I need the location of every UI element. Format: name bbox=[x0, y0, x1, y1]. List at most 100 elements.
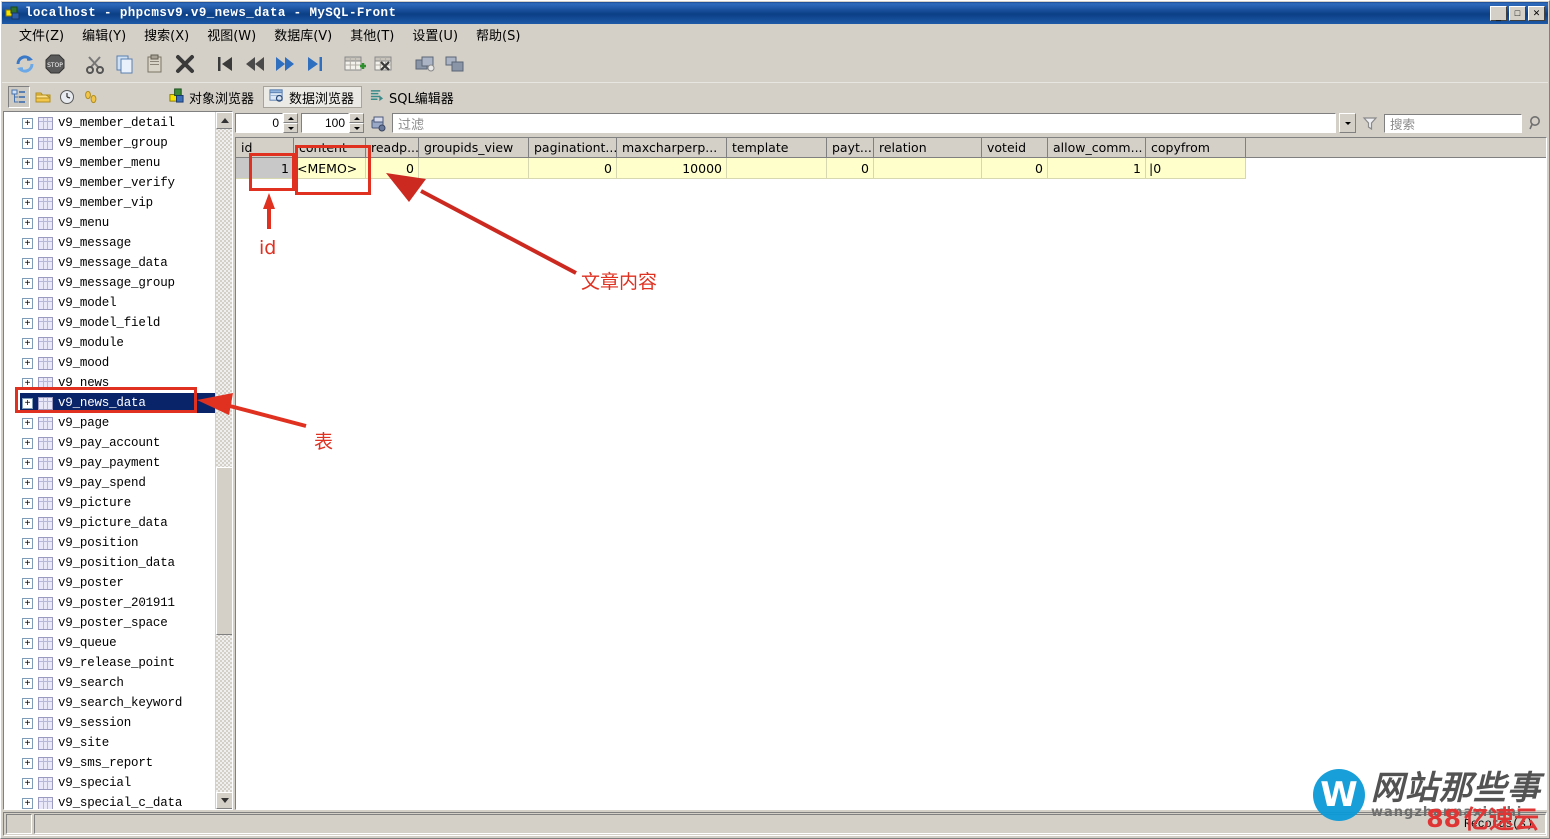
cell-voteid[interactable]: 0 bbox=[982, 158, 1048, 179]
expand-icon[interactable]: + bbox=[22, 777, 33, 789]
tree-item-v9_poster_201911[interactable]: + v9_poster_201911 bbox=[20, 593, 215, 613]
apply-limit-icon[interactable] bbox=[367, 115, 389, 132]
maximize-button[interactable]: □ bbox=[1509, 5, 1526, 21]
tree-item-v9_message[interactable]: + v9_message bbox=[20, 233, 215, 253]
expand-icon[interactable]: + bbox=[22, 197, 33, 209]
tree-item-v9_position[interactable]: + v9_position bbox=[20, 533, 215, 553]
tree-item-v9_search[interactable]: + v9_search bbox=[20, 673, 215, 693]
expand-icon[interactable]: + bbox=[22, 437, 33, 449]
grid-body[interactable]: 1 <MEMO> 0 0 10000 0 0 1 |0 bbox=[236, 158, 1546, 179]
expand-icon[interactable]: + bbox=[22, 397, 33, 409]
tree-item-v9_menu[interactable]: + v9_menu bbox=[20, 213, 215, 233]
tree-item-v9_member_menu[interactable]: + v9_member_menu bbox=[20, 153, 215, 173]
tree-item-v9_poster_space[interactable]: + v9_poster_space bbox=[20, 613, 215, 633]
cell-paginationt[interactable]: 0 bbox=[529, 158, 617, 179]
expand-icon[interactable]: + bbox=[22, 377, 33, 389]
tree-item-v9_page[interactable]: + v9_page bbox=[20, 413, 215, 433]
tree-item-v9_model_field[interactable]: + v9_model_field bbox=[20, 313, 215, 333]
menu-settings[interactable]: 设置(U) bbox=[403, 23, 467, 46]
limit-input[interactable]: 100 bbox=[301, 113, 349, 133]
column-header-content[interactable]: content bbox=[294, 138, 366, 158]
expand-icon[interactable]: + bbox=[22, 157, 33, 169]
chevron-down-icon[interactable] bbox=[1339, 113, 1356, 133]
menu-view[interactable]: 视图(W) bbox=[198, 23, 265, 46]
tree-item-v9_picture[interactable]: + v9_picture bbox=[20, 493, 215, 513]
expand-icon[interactable]: + bbox=[22, 357, 33, 369]
expand-icon[interactable]: + bbox=[22, 617, 33, 629]
scroll-thumb[interactable] bbox=[216, 467, 232, 635]
column-header-allow_comm[interactable]: allow_comm... bbox=[1048, 138, 1146, 158]
search-icon[interactable] bbox=[1525, 115, 1547, 131]
tree-item-v9_news[interactable]: + v9_news bbox=[20, 373, 215, 393]
tree-item-v9_release_point[interactable]: + v9_release_point bbox=[20, 653, 215, 673]
column-header-template[interactable]: template bbox=[727, 138, 827, 158]
tree-item-v9_special_c_data[interactable]: + v9_special_c_data bbox=[20, 793, 215, 809]
expand-icon[interactable]: + bbox=[22, 697, 33, 709]
column-header-paginationt[interactable]: paginationt... bbox=[529, 138, 617, 158]
cell-template[interactable] bbox=[727, 158, 827, 179]
column-header-readp[interactable]: readp... bbox=[366, 138, 419, 158]
menu-search[interactable]: 搜索(X) bbox=[135, 23, 198, 46]
expand-icon[interactable]: + bbox=[22, 317, 33, 329]
tree-item-v9_position_data[interactable]: + v9_position_data bbox=[20, 553, 215, 573]
scroll-down-button[interactable] bbox=[216, 792, 232, 809]
folder-icon[interactable] bbox=[32, 86, 54, 108]
expand-icon[interactable]: + bbox=[22, 457, 33, 469]
offset-input[interactable]: 0 bbox=[235, 113, 283, 133]
offset-decrement-button[interactable] bbox=[283, 123, 298, 133]
cut-icon[interactable] bbox=[80, 49, 110, 79]
scroll-up-button[interactable] bbox=[216, 112, 232, 129]
tab-sql-editor[interactable]: SQL编辑器 bbox=[364, 86, 461, 108]
commit-icon[interactable] bbox=[410, 49, 440, 79]
tree-item-v9_special[interactable]: + v9_special bbox=[20, 773, 215, 793]
funnel-icon[interactable] bbox=[1359, 115, 1381, 131]
first-record-icon[interactable] bbox=[210, 49, 240, 79]
table-tree[interactable]: + v9_member_detail + v9_member_group + v9_mem… bbox=[4, 112, 215, 809]
tree-item-v9_member_verify[interactable]: + v9_member_verify bbox=[20, 173, 215, 193]
expand-icon[interactable]: + bbox=[22, 537, 33, 549]
expand-icon[interactable]: + bbox=[22, 637, 33, 649]
tab-data-browser[interactable]: 数据浏览器 bbox=[263, 86, 363, 108]
limit-spin-buttons[interactable] bbox=[349, 113, 364, 133]
cell-readp[interactable]: 0 bbox=[366, 158, 419, 179]
tree-item-v9_member_vip[interactable]: + v9_member_vip bbox=[20, 193, 215, 213]
tree-item-v9_poster[interactable]: + v9_poster bbox=[20, 573, 215, 593]
minimize-button[interactable]: _ bbox=[1490, 5, 1507, 21]
cell-groupids_view[interactable] bbox=[419, 158, 529, 179]
tree-item-v9_member_detail[interactable]: + v9_member_detail bbox=[20, 113, 215, 133]
tree-item-v9_pay_payment[interactable]: + v9_pay_payment bbox=[20, 453, 215, 473]
cell-maxcharperp[interactable]: 10000 bbox=[617, 158, 727, 179]
copy-icon[interactable] bbox=[110, 49, 140, 79]
menu-file[interactable]: 文件(Z) bbox=[10, 23, 73, 46]
tree-item-v9_model[interactable]: + v9_model bbox=[20, 293, 215, 313]
tree-item-v9_picture_data[interactable]: + v9_picture_data bbox=[20, 513, 215, 533]
column-header-voteid[interactable]: voteid bbox=[982, 138, 1048, 158]
history-clock-icon[interactable] bbox=[56, 86, 78, 108]
expand-icon[interactable]: + bbox=[22, 577, 33, 589]
expand-icon[interactable]: + bbox=[22, 557, 33, 569]
column-header-relation[interactable]: relation bbox=[874, 138, 982, 158]
expand-icon[interactable]: + bbox=[22, 277, 33, 289]
stop-icon[interactable]: STOP bbox=[40, 49, 70, 79]
expand-icon[interactable]: + bbox=[22, 477, 33, 489]
column-header-groupids_view[interactable]: groupids_view bbox=[419, 138, 529, 158]
menu-database[interactable]: 数据库(V) bbox=[265, 23, 341, 46]
rollback-icon[interactable] bbox=[440, 49, 470, 79]
expand-icon[interactable]: + bbox=[22, 757, 33, 769]
insert-row-icon[interactable] bbox=[340, 49, 370, 79]
tree-item-v9_message_group[interactable]: + v9_message_group bbox=[20, 273, 215, 293]
expand-icon[interactable]: + bbox=[22, 717, 33, 729]
expand-icon[interactable]: + bbox=[22, 337, 33, 349]
table-row[interactable]: 1 <MEMO> 0 0 10000 0 0 1 |0 bbox=[236, 158, 1546, 179]
limit-increment-button[interactable] bbox=[349, 113, 364, 123]
expand-icon[interactable]: + bbox=[22, 137, 33, 149]
cell-relation[interactable] bbox=[874, 158, 982, 179]
expand-icon[interactable]: + bbox=[22, 677, 33, 689]
expand-icon[interactable]: + bbox=[22, 237, 33, 249]
expand-icon[interactable]: + bbox=[22, 597, 33, 609]
expand-icon[interactable]: + bbox=[22, 737, 33, 749]
tree-item-v9_module[interactable]: + v9_module bbox=[20, 333, 215, 353]
search-input[interactable]: 搜索 bbox=[1384, 113, 1522, 133]
limit-decrement-button[interactable] bbox=[349, 123, 364, 133]
expand-icon[interactable]: + bbox=[22, 657, 33, 669]
